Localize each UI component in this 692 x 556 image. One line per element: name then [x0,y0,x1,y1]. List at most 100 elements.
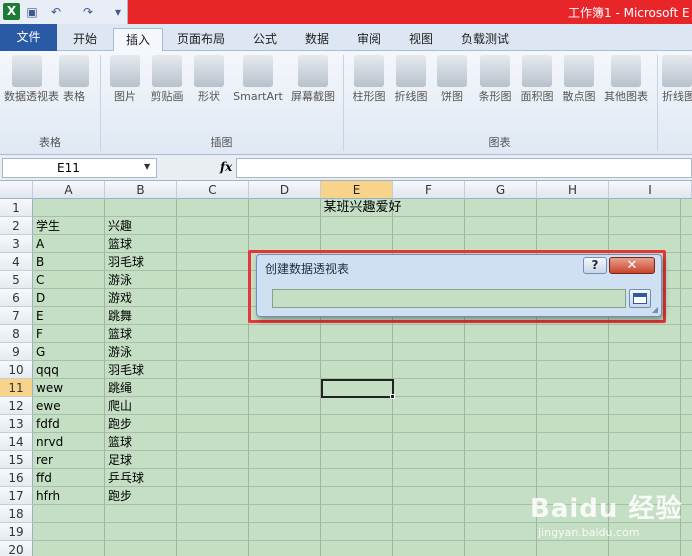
name-box[interactable]: E11 [2,158,157,178]
row-header-11[interactable]: 11 [0,379,33,397]
pivot-table-button[interactable]: 数据透视表 [4,55,59,105]
shapes-button[interactable]: 形状 [188,55,230,105]
cell-b12[interactable]: 爬山 [105,397,132,415]
range-input[interactable] [272,289,626,308]
cell-a3[interactable]: A [33,235,44,253]
cell-a2[interactable]: 学生 [33,217,60,235]
column-header-h[interactable]: H [537,181,609,199]
resize-grip-icon[interactable]: ◢ [652,305,658,314]
row-header-20[interactable]: 20 [0,541,33,556]
column-header-d[interactable]: D [249,181,321,199]
column-header-a[interactable]: A [33,181,105,199]
column-header-f[interactable]: F [393,181,465,199]
tab-data[interactable]: 数据 [293,28,341,51]
table-button[interactable]: 表格 [52,55,96,105]
picture-button[interactable]: 图片 [104,55,146,105]
active-cell-e11[interactable] [321,379,394,398]
cell-b8[interactable]: 篮球 [105,325,132,343]
fill-handle[interactable] [390,394,395,399]
cell-a16[interactable]: ffd [33,469,52,487]
scatter-chart-button[interactable]: 散点图 [558,55,600,105]
column-chart-button[interactable]: 柱形图 [348,55,390,105]
cell-b4[interactable]: 羽毛球 [105,253,144,271]
pie-chart-button[interactable]: 饼图 [432,55,472,105]
tab-home[interactable]: 开始 [60,28,110,51]
bar-chart-button[interactable]: 条形图 [474,55,516,105]
customize-qat-icon[interactable]: ▾ [110,4,126,20]
row-header-17[interactable]: 17 [0,487,33,505]
cell-b10[interactable]: 羽毛球 [105,361,144,379]
cell-b15[interactable]: 足球 [105,451,132,469]
undo-icon[interactable]: ↶ [48,4,64,20]
cell-a9[interactable]: G [33,343,45,361]
cell-a7[interactable]: E [33,307,44,325]
chevron-down-icon[interactable]: ▼ [144,162,150,171]
cell-a14[interactable]: nrvd [33,433,63,451]
row-header-9[interactable]: 9 [0,343,33,361]
cell-b9[interactable]: 游泳 [105,343,132,361]
row-header-13[interactable]: 13 [0,415,33,433]
tab-review[interactable]: 审阅 [345,28,393,51]
cell-a5[interactable]: C [33,271,44,289]
cell-b17[interactable]: 跑步 [105,487,132,505]
row-header-10[interactable]: 10 [0,361,33,379]
cell-a8[interactable]: F [33,325,43,343]
select-all-corner[interactable] [0,181,33,199]
row-header-12[interactable]: 12 [0,397,33,415]
row-header-16[interactable]: 16 [0,469,33,487]
cell-a6[interactable]: D [33,289,45,307]
close-button[interactable]: ✕ [609,257,655,274]
tab-file[interactable]: 文件 [0,24,57,51]
cell-a11[interactable]: wew [33,379,63,397]
help-button[interactable]: ? [583,257,607,274]
row-header-15[interactable]: 15 [0,451,33,469]
excel-logo-icon[interactable]: X [3,3,20,20]
cell-b3[interactable]: 篮球 [105,235,132,253]
column-header-b[interactable]: B [105,181,177,199]
row-header-4[interactable]: 4 [0,253,33,271]
column-header-i[interactable]: I [609,181,692,199]
tab-insert[interactable]: 插入 [113,28,163,52]
row-header-5[interactable]: 5 [0,271,33,289]
tab-load-test[interactable]: 负载测试 [450,28,520,51]
area-chart-button[interactable]: 面积图 [516,55,558,105]
row-header-18[interactable]: 18 [0,505,33,523]
row-header-19[interactable]: 19 [0,523,33,541]
cell-b13[interactable]: 跑步 [105,415,132,433]
tab-page-layout[interactable]: 页面布局 [166,28,236,51]
sparkline-button[interactable]: 折线图 [662,55,692,105]
expand-dialog-button[interactable] [629,289,651,308]
other-charts-button[interactable]: 其他图表 [600,55,652,105]
row-header-6[interactable]: 6 [0,289,33,307]
cell-b5[interactable]: 游泳 [105,271,132,289]
sheet-title-cell[interactable]: 某班兴趣爱好 [33,199,692,217]
cell-a13[interactable]: fdfd [33,415,60,433]
redo-icon[interactable]: ↷ [80,4,96,20]
cell-b11[interactable]: 跳绳 [105,379,132,397]
save-icon[interactable]: ▣ [24,4,40,20]
line-chart-button[interactable]: 折线图 [390,55,432,105]
cell-a12[interactable]: ewe [33,397,61,415]
cell-a15[interactable]: rer [33,451,53,469]
clipart-button[interactable]: 剪贴画 [146,55,188,105]
cell-b7[interactable]: 跳舞 [105,307,132,325]
cell-b6[interactable]: 游戏 [105,289,132,307]
cell-a17[interactable]: hfrh [33,487,60,505]
function-icon[interactable]: fx [220,160,232,174]
screenshot-button[interactable]: 屏幕截图 [288,55,338,105]
formula-input[interactable] [236,158,692,178]
cell-b16[interactable]: 乒乓球 [105,469,144,487]
column-header-c[interactable]: C [177,181,249,199]
row-header-14[interactable]: 14 [0,433,33,451]
tab-view[interactable]: 视图 [396,28,446,51]
row-header-7[interactable]: 7 [0,307,33,325]
column-header-e[interactable]: E [321,181,393,199]
row-header-3[interactable]: 3 [0,235,33,253]
cell-b2[interactable]: 兴趣 [105,217,132,235]
cell-a4[interactable]: B [33,253,44,271]
cell-b14[interactable]: 篮球 [105,433,132,451]
row-header-2[interactable]: 2 [0,217,33,235]
cell-a10[interactable]: qqq [33,361,59,379]
column-header-g[interactable]: G [465,181,537,199]
smartart-button[interactable]: SmartArt [230,55,286,105]
